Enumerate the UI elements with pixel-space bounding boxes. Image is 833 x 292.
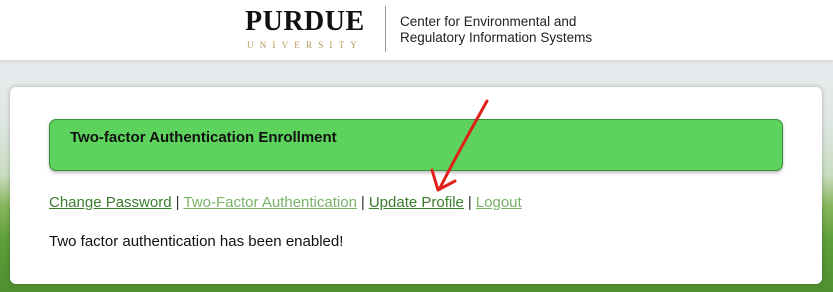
content-panel: Two-factor Authentication Enrollment Cha…: [10, 87, 822, 284]
nav-separator: |: [175, 194, 180, 211]
header-divider: [385, 6, 386, 52]
nav-link-logout[interactable]: Logout: [476, 194, 522, 211]
center-name-line-2: Regulatory Information Systems: [400, 30, 593, 45]
center-name-line-1: Center for Environmental and: [400, 14, 577, 29]
nav-link-change-password[interactable]: Change Password: [49, 194, 172, 211]
nav-link-update-profile[interactable]: Update Profile: [369, 194, 464, 211]
nav-separator: |: [360, 194, 365, 211]
purdue-logo-wordmark[interactable]: PURDUE: [245, 6, 365, 38]
center-name: Center for Environmental and Regulatory …: [400, 14, 592, 46]
account-nav: Change Password | Two-Factor Authenticatio…: [49, 194, 522, 211]
page-title: Two-factor Authentication Enrollment: [70, 129, 337, 146]
nav-separator: |: [467, 194, 472, 211]
enrollment-banner: Two-factor Authentication Enrollment: [49, 119, 783, 171]
purdue-logo-subtitle: UNIVERSITY: [247, 40, 363, 50]
status-message: Two factor authentication has been enabl…: [49, 233, 344, 250]
nav-link-two-factor-authentication[interactable]: Two-Factor Authentication: [183, 194, 356, 211]
site-header: PURDUE UNIVERSITY Center for Environment…: [0, 0, 833, 61]
